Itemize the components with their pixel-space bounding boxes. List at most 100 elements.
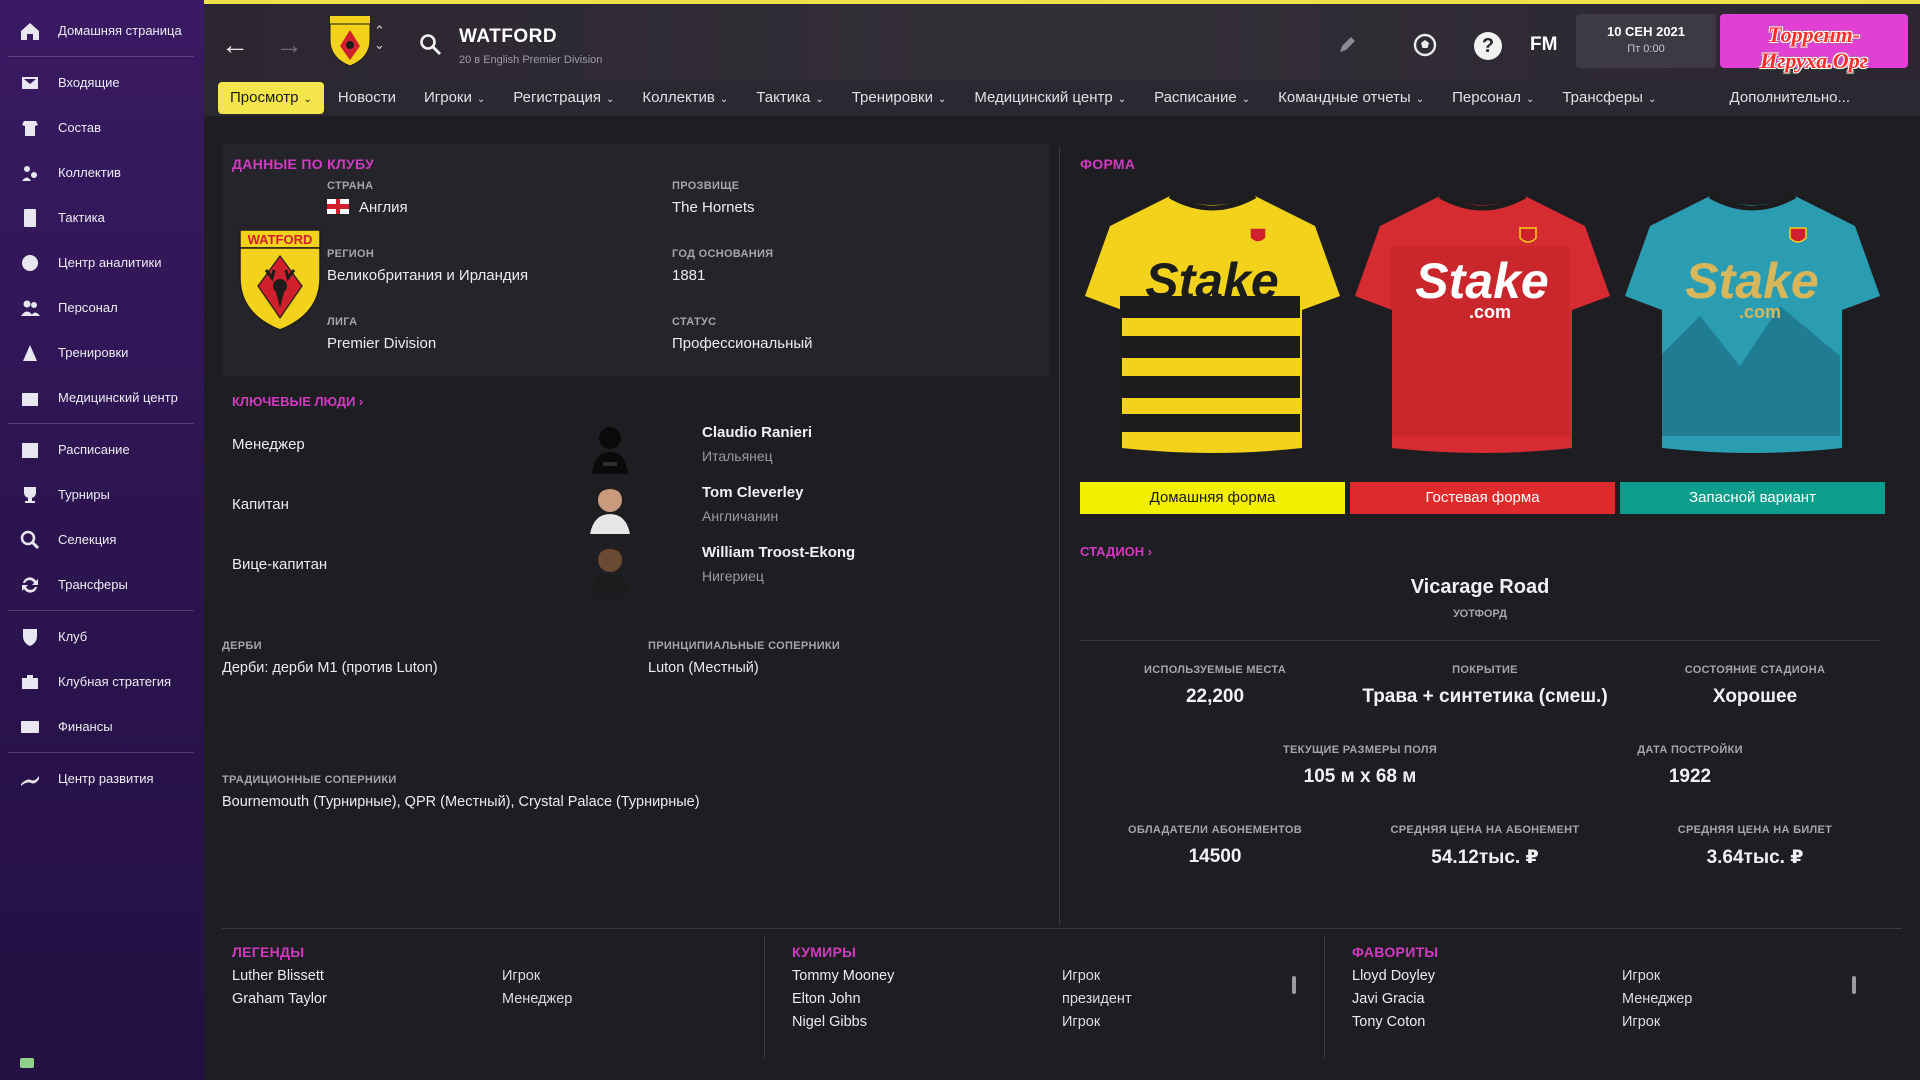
key-person-row[interactable]: Вице-капитан William Troost-Ekong Нигериец: [232, 542, 1052, 598]
kit-shirt[interactable]: Stake .com: [1080, 186, 1345, 456]
tab[interactable]: Коллектив ⌄: [628, 82, 742, 114]
chevron-right-icon: ›: [355, 394, 364, 409]
sidebar-item[interactable]: Расписание: [0, 427, 204, 472]
list-item[interactable]: Lloyd Doyley Игрок: [1342, 968, 1882, 991]
sidebar-item[interactable]: Персонал: [0, 285, 204, 330]
finance-icon: [18, 715, 42, 739]
status-icon[interactable]: [20, 1058, 34, 1068]
sidebar-item[interactable]: Входящие: [0, 60, 204, 105]
list-item[interactable]: Tommy Mooney Игрок: [782, 968, 1322, 991]
analytics-icon: [18, 251, 42, 275]
list-item-name[interactable]: Tommy Mooney: [792, 968, 894, 984]
person-name[interactable]: Tom Cleverley: [702, 484, 803, 501]
sidebar-item[interactable]: Селекция: [0, 517, 204, 562]
sidebar-divider: [8, 56, 194, 57]
sidebar-item[interactable]: Медицинский центр: [0, 375, 204, 420]
stat-value: 1922: [1668, 766, 1712, 787]
league-value[interactable]: Premier Division: [327, 335, 436, 352]
game-date[interactable]: 10 СЕН 2021 Пт 0:00: [1576, 14, 1716, 68]
tab-more[interactable]: Дополнительно...: [1716, 82, 1864, 114]
key-people-link[interactable]: КЛЮЧЕВЫЕ ЛЮДИ ›: [232, 394, 363, 409]
list-item[interactable]: Elton John президент: [782, 991, 1322, 1014]
pencil-icon[interactable]: [1334, 32, 1360, 58]
sidebar-item[interactable]: Домашняя страница: [0, 8, 204, 53]
kit-sponsor: Stake: [1415, 253, 1548, 309]
tab[interactable]: Просмотр ⌄: [218, 82, 324, 114]
scrollbar[interactable]: [1292, 976, 1296, 994]
fm-logo[interactable]: FM: [1530, 34, 1557, 56]
avatar: [588, 422, 632, 474]
traditional-rivals-value: Bournemouth (Турнирные), QPR (Местный), …: [222, 794, 700, 810]
list-item-name[interactable]: Lloyd Doyley: [1352, 968, 1435, 984]
sidebar-item[interactable]: Клуб: [0, 614, 204, 659]
tab[interactable]: Регистрация ⌄: [499, 82, 628, 114]
traditional-rivals-block: ТРАДИЦИОННЫЕ СОПЕРНИКИ Bournemouth (Турн…: [222, 774, 700, 810]
person-name[interactable]: William Troost-Ekong: [702, 544, 855, 561]
person-name[interactable]: Claudio Ranieri: [702, 424, 812, 441]
status-value: Профессиональный: [672, 335, 813, 352]
sidebar-item-label: Центр развития: [58, 771, 154, 786]
sidebar-item[interactable]: Центр аналитики: [0, 240, 204, 285]
sidebar-item[interactable]: Центр развития: [0, 756, 204, 801]
list-item[interactable]: Luther Blissett Игрок: [222, 968, 762, 991]
legends-title: ЛЕГЕНДЫ: [232, 944, 305, 960]
list-item-name[interactable]: Elton John: [792, 991, 861, 1007]
help-icon[interactable]: ?: [1474, 32, 1502, 60]
club-switch-chevrons-icon[interactable]: ⌃ ⌄: [374, 24, 385, 52]
tab[interactable]: Трансферы ⌄: [1548, 82, 1670, 114]
sidebar-item[interactable]: Состав: [0, 105, 204, 150]
kit-shirt[interactable]: Stake .com: [1620, 186, 1885, 456]
tab[interactable]: Командные отчеты ⌄: [1264, 82, 1438, 114]
tab[interactable]: Игроки ⌄: [410, 82, 499, 114]
league-label: ЛИГА: [327, 316, 358, 328]
sidebar-item[interactable]: Финансы: [0, 704, 204, 749]
idols-title: КУМИРЫ: [792, 944, 857, 960]
person-nationality: Нигериец: [702, 568, 764, 584]
list-item-name[interactable]: Nigel Gibbs: [792, 1014, 867, 1030]
kit-label-button[interactable]: Домашняя форма: [1080, 482, 1345, 514]
tab[interactable]: Новости: [324, 82, 410, 114]
nickname-value: The Hornets: [672, 199, 755, 216]
sidebar-item[interactable]: Трансферы: [0, 562, 204, 607]
sidebar-item-label: Селекция: [58, 532, 117, 547]
kit-label-button[interactable]: Гостевая форма: [1350, 482, 1615, 514]
sidebar-item[interactable]: Тренировки: [0, 330, 204, 375]
list-item[interactable]: Tony Coton Игрок: [1342, 1014, 1882, 1037]
tab[interactable]: Персонал ⌄: [1438, 82, 1548, 114]
chevron-down-icon: ⌄: [303, 94, 312, 105]
club-badge-icon[interactable]: [328, 16, 372, 67]
sidebar-item[interactable]: Коллектив: [0, 150, 204, 195]
sidebar-item[interactable]: Турниры: [0, 472, 204, 517]
strategy-icon: [18, 670, 42, 694]
list-item-name[interactable]: Tony Coton: [1352, 1014, 1425, 1030]
list-item-name[interactable]: Luther Blissett: [232, 968, 324, 984]
back-arrow-icon[interactable]: ←: [220, 30, 250, 60]
stadium-name: Vicarage Road: [1410, 576, 1550, 598]
sidebar-item-label: Центр аналитики: [58, 255, 162, 270]
sidebar-item-label: Финансы: [58, 719, 113, 734]
sidebar-divider: [8, 752, 194, 753]
list-item-name[interactable]: Javi Gracia: [1352, 991, 1425, 1007]
list-item[interactable]: Nigel Gibbs Игрок: [782, 1014, 1322, 1037]
list-item[interactable]: Graham Taylor Менеджер: [222, 991, 762, 1014]
scrollbar[interactable]: [1852, 976, 1856, 994]
favourites-title: ФАВОРИТЫ: [1352, 944, 1439, 960]
tab[interactable]: Расписание ⌄: [1140, 82, 1264, 114]
person-nationality: Англичанин: [702, 508, 779, 524]
stadium-link[interactable]: СТАДИОН ›: [1080, 544, 1152, 559]
sidebar-item[interactable]: Тактика: [0, 195, 204, 240]
kit-shirt[interactable]: Stake .com: [1350, 186, 1615, 456]
tab[interactable]: Медицинский центр ⌄: [960, 82, 1140, 114]
search-icon[interactable]: [418, 32, 442, 56]
sidebar-item[interactable]: Клубная стратегия: [0, 659, 204, 704]
key-person-row[interactable]: Менеджер Claudio Ranieri Итальянец: [232, 422, 1052, 478]
tab[interactable]: Тренировки ⌄: [838, 82, 961, 114]
derby-value: Дерби: дерби М1 (против Luton): [222, 660, 438, 676]
list-item[interactable]: Javi Gracia Менеджер: [1342, 991, 1882, 1014]
key-person-row[interactable]: Капитан Tom Cleverley Англичанин: [232, 482, 1052, 538]
kit-label-button[interactable]: Запасной вариант: [1620, 482, 1885, 514]
forward-arrow-icon[interactable]: →: [274, 30, 304, 60]
list-item-name[interactable]: Graham Taylor: [232, 991, 327, 1007]
tab[interactable]: Тактика ⌄: [742, 82, 837, 114]
football-icon[interactable]: [1412, 32, 1438, 58]
